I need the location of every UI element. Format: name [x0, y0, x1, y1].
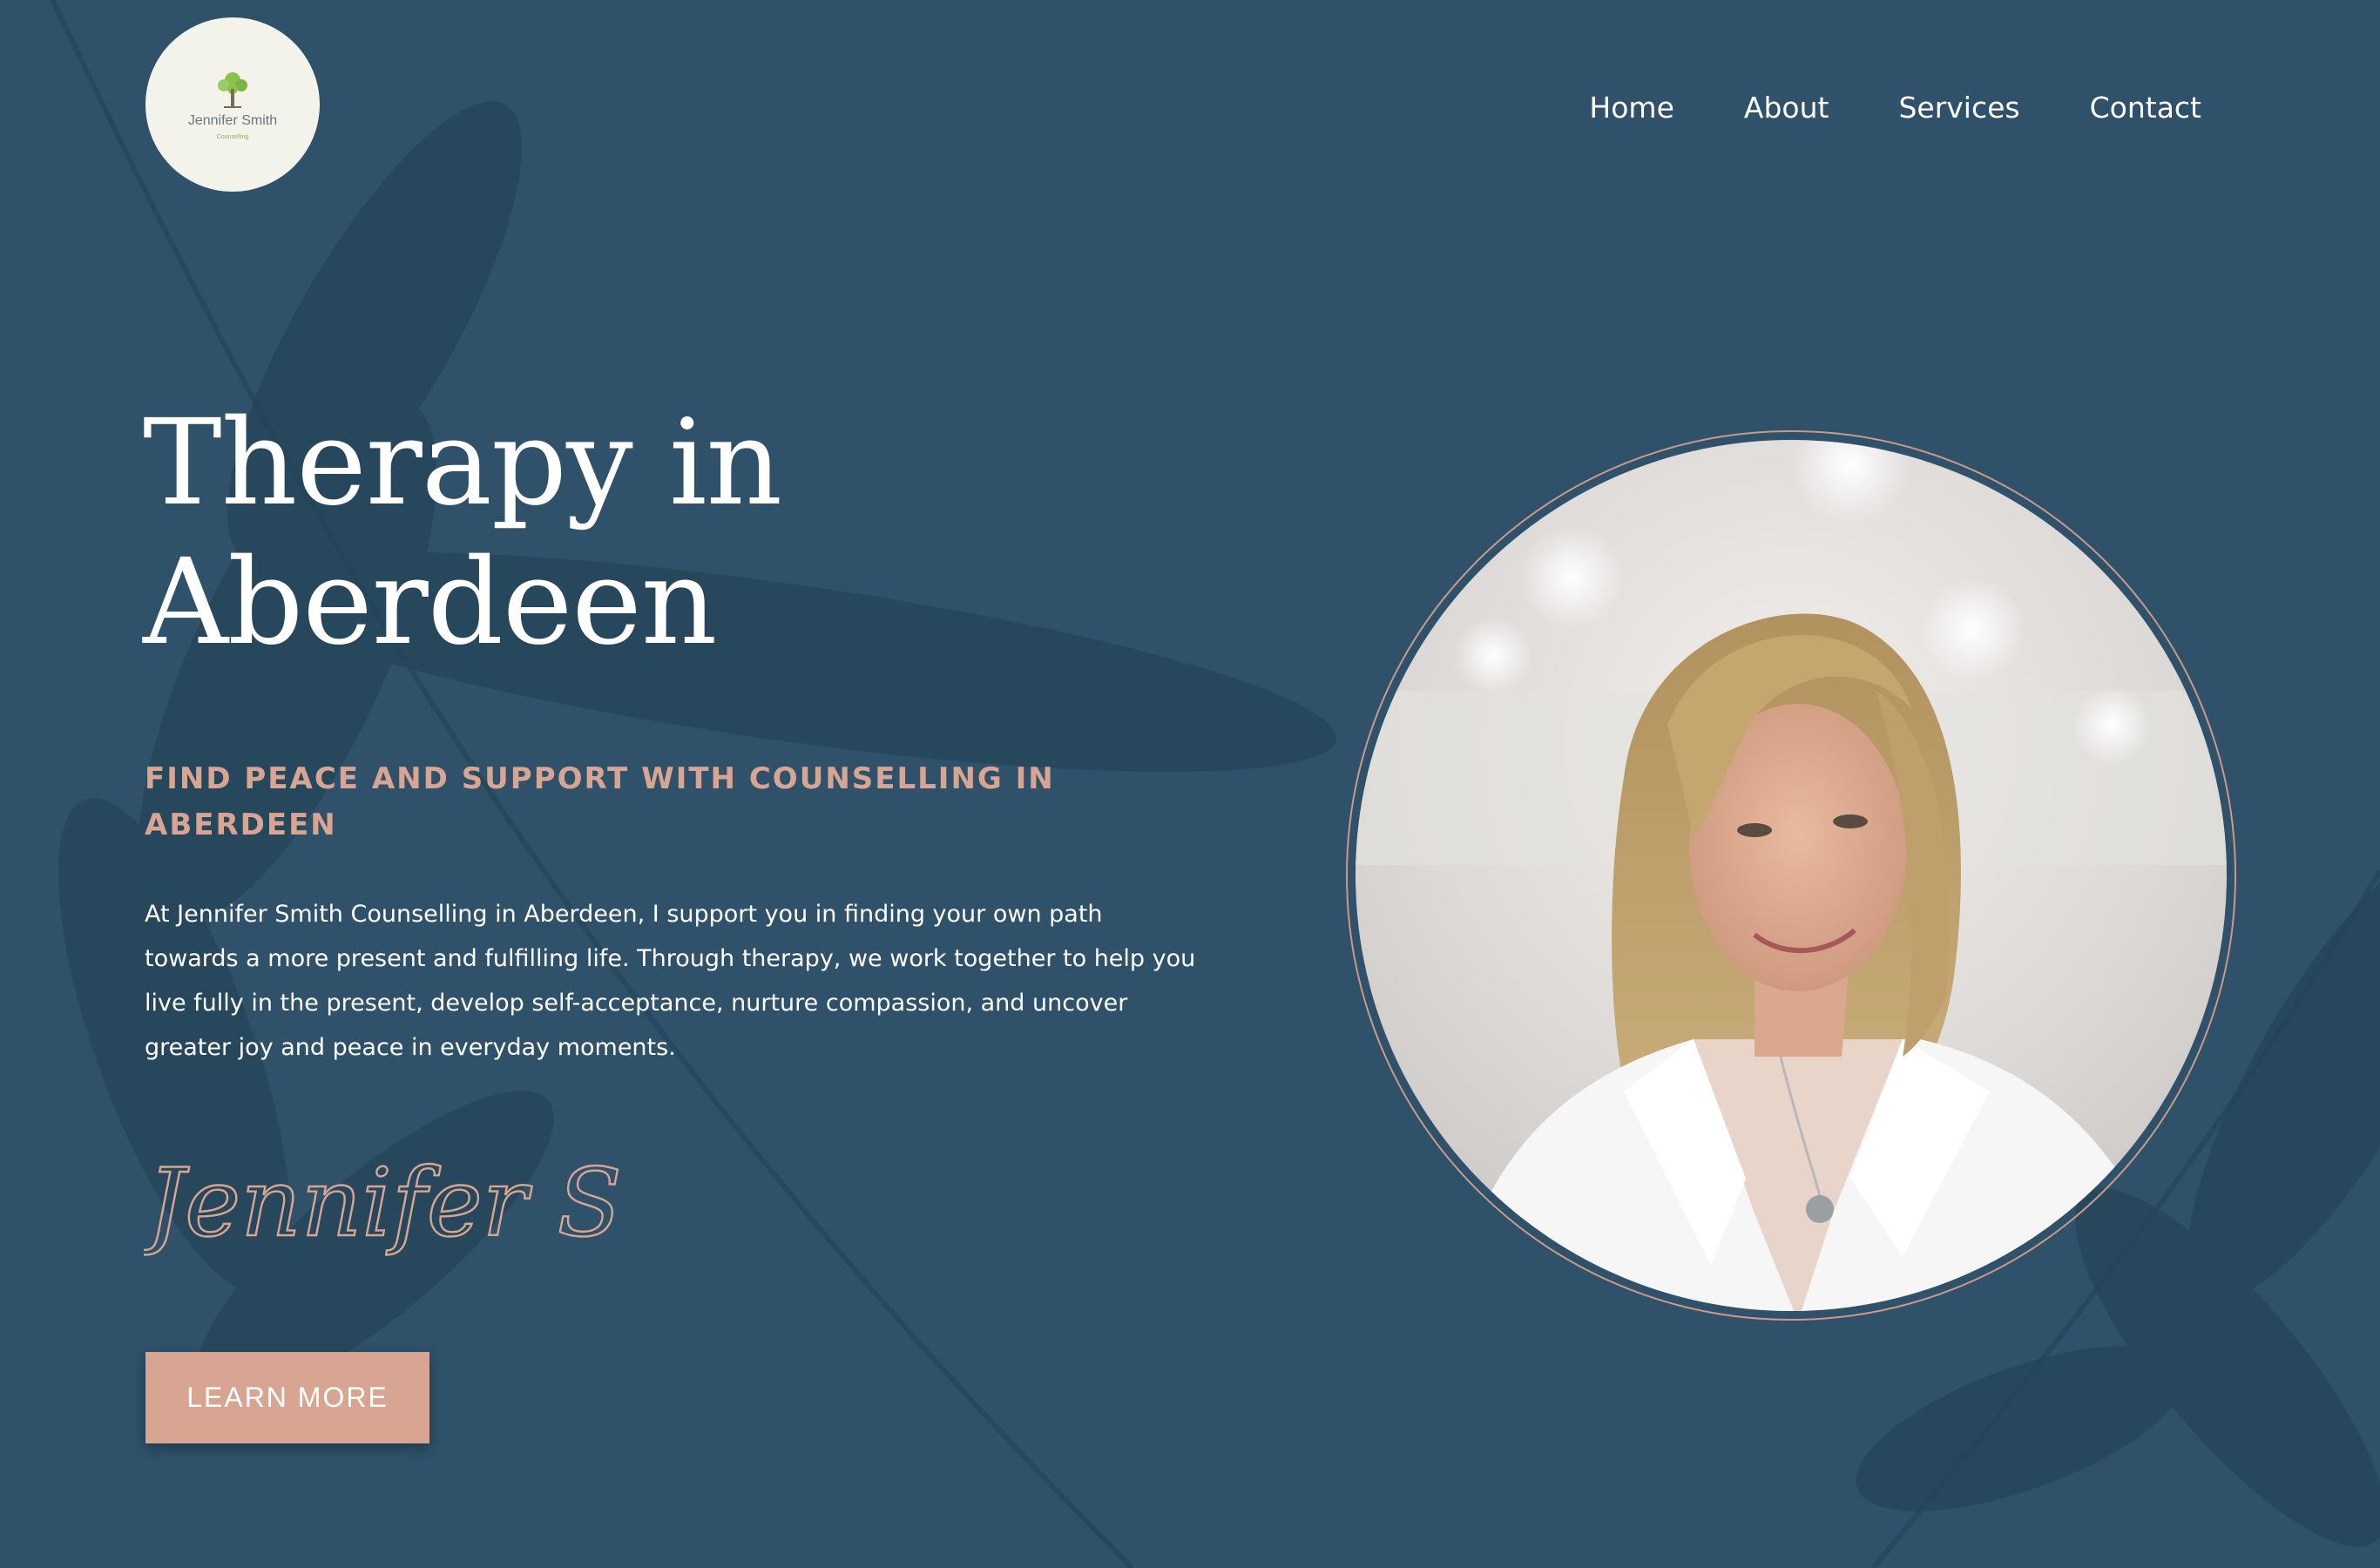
site-logo[interactable]: Jennifer Smith Counselling	[145, 17, 320, 192]
hero-headline-line-2: Aberdeen	[143, 534, 717, 672]
portrait-photo	[1346, 430, 2236, 1321]
nav-about[interactable]: About	[1744, 91, 1829, 125]
hero-body-text: At Jennifer Smith Counselling in Aberdee…	[145, 901, 1196, 1061]
nav-contact[interactable]: Contact	[2090, 91, 2201, 125]
nav-home[interactable]: Home	[1589, 91, 1673, 125]
logo-name: Jennifer Smith	[187, 112, 278, 128]
main-nav: Home About Services Contact	[1589, 91, 2201, 125]
hero-headline-line-1: Therapy in	[143, 395, 782, 532]
tree-icon	[218, 71, 247, 108]
hero-headline: Therapy in Aberdeen	[143, 394, 782, 672]
logo-subtitle: Counselling	[216, 133, 249, 140]
learn-more-button[interactable]: LEARN MORE	[145, 1352, 429, 1443]
signature: Jennifer S .	[144, 1148, 632, 1259]
signature-text: Jennifer S .	[144, 1149, 632, 1258]
hero-subtitle: FIND PEACE AND SUPPORT WITH COUNSELLING …	[145, 761, 1055, 842]
nav-services[interactable]: Services	[1898, 91, 2019, 125]
